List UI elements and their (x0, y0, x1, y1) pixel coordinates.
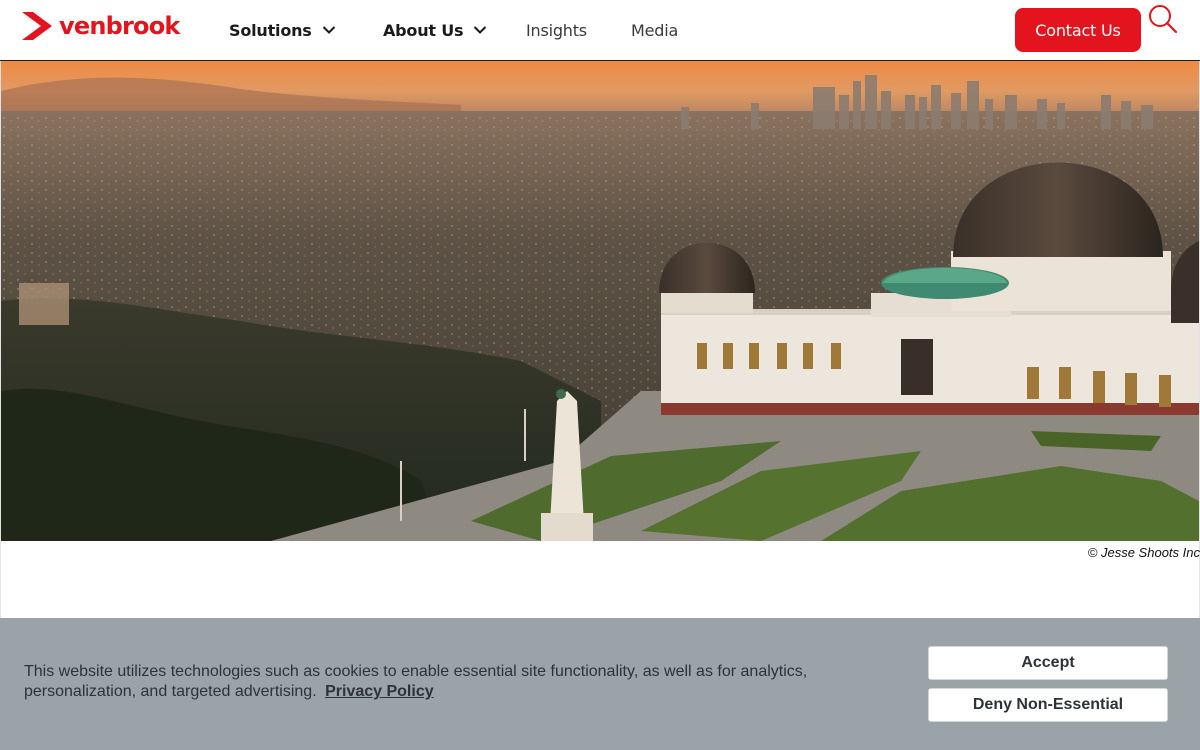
site-header: venbrook Solutions About Us Insights Med… (0, 0, 1200, 61)
search-icon (1149, 5, 1178, 34)
observatory-cityscape-image (1, 61, 1199, 541)
privacy-policy-link[interactable]: Privacy Policy (325, 683, 434, 700)
chevron-logo-icon (22, 12, 52, 40)
hero-image (1, 61, 1199, 541)
brand-name: venbrook (59, 12, 180, 40)
nav-item-about-us[interactable]: About Us (383, 18, 487, 42)
chevron-down-icon (474, 26, 487, 34)
cookie-message: This website utilizes technologies such … (24, 662, 864, 702)
venbrook-logo[interactable]: venbrook (20, 10, 180, 42)
accept-cookies-button[interactable]: Accept (928, 646, 1168, 680)
nav-item-insights[interactable]: Insights (526, 18, 587, 42)
page-left-border (0, 61, 1, 621)
chevron-down-icon (322, 26, 335, 34)
deny-non-essential-button[interactable]: Deny Non-Essential (928, 688, 1168, 722)
contact-us-button[interactable]: Contact Us (1015, 8, 1141, 52)
cookie-banner: This website utilizes technologies such … (0, 618, 1200, 750)
nav-item-solutions[interactable]: Solutions (229, 18, 336, 42)
nav-item-label: Solutions (229, 20, 312, 40)
nav-item-label: About Us (383, 20, 464, 40)
nav-item-media[interactable]: Media (631, 18, 678, 42)
search-button[interactable] (1146, 3, 1178, 35)
photo-credit: © Jesse Shoots Inc (1087, 545, 1200, 560)
